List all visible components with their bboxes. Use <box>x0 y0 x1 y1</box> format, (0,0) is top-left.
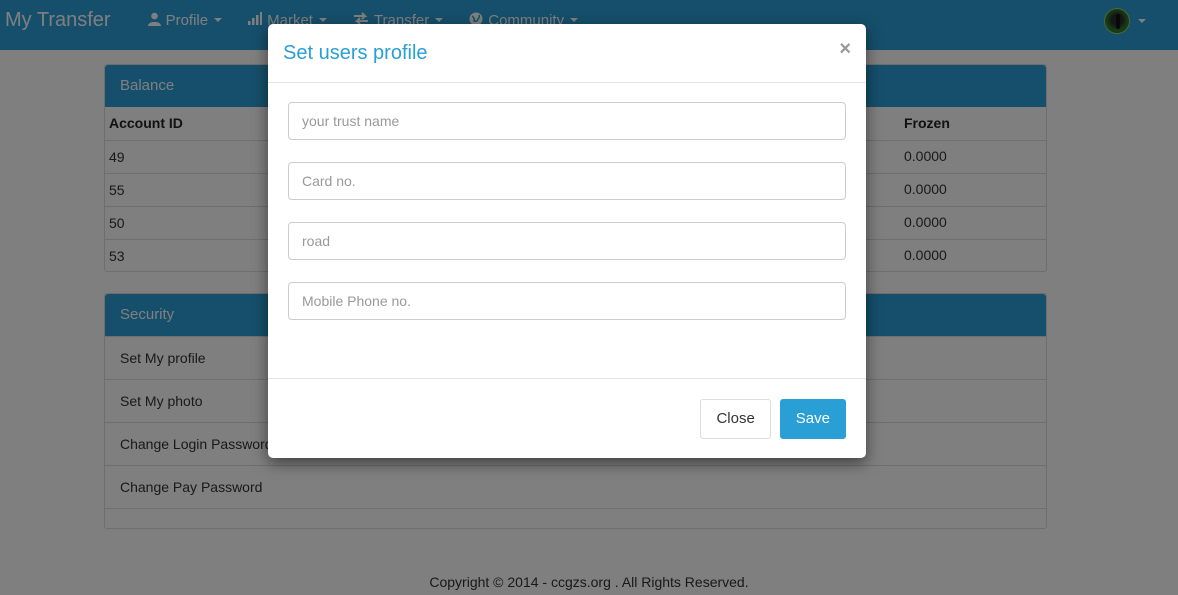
card-no-input[interactable] <box>288 162 846 200</box>
mobile-phone-input[interactable] <box>288 282 846 320</box>
modal-body <box>268 83 866 379</box>
modal-header: Set users profile × <box>268 24 866 83</box>
trust-name-input[interactable] <box>288 102 846 140</box>
modal-footer: Close Save <box>268 379 866 458</box>
set-profile-modal: Set users profile × Close Save <box>268 24 866 458</box>
save-button[interactable]: Save <box>779 398 846 439</box>
modal-title: Set users profile <box>283 42 428 64</box>
close-icon[interactable]: × <box>839 38 851 61</box>
road-input[interactable] <box>288 222 846 260</box>
close-button[interactable]: Close <box>700 398 771 439</box>
